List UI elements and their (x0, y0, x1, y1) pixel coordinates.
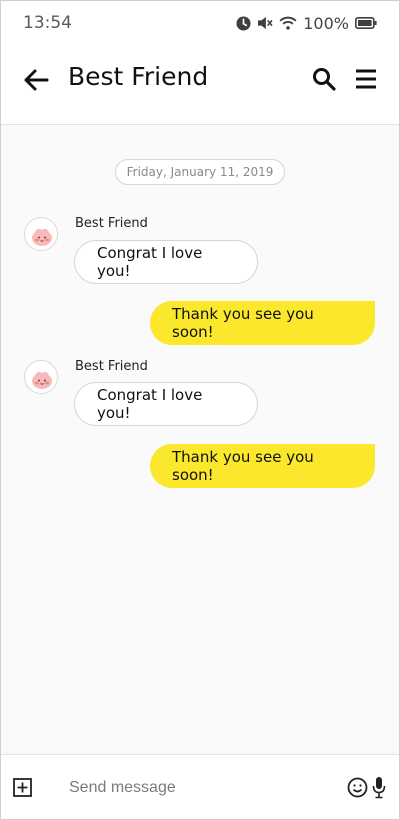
battery-label: 100% (303, 13, 349, 33)
message-input[interactable] (61, 773, 331, 803)
avatar[interactable] (24, 360, 58, 394)
message-bubble-incoming[interactable]: Congrat I love you! (74, 240, 258, 284)
alarm-icon (236, 15, 251, 31)
back-arrow-icon[interactable] (23, 67, 49, 93)
phone-screen: 13:54 100% Best Friend Friday, January 1… (0, 0, 400, 820)
wifi-icon (279, 16, 297, 30)
peach-avatar-icon (32, 228, 52, 246)
message-input-bar (1, 754, 399, 819)
emoji-icon[interactable] (347, 777, 368, 798)
chat-header: Best Friend (1, 45, 399, 125)
message-bubble-outgoing[interactable]: Thank you see you soon! (150, 444, 375, 488)
message-bubble-outgoing[interactable]: Thank you see you soon! (150, 301, 375, 345)
status-time: 13:54 (23, 13, 72, 33)
status-bar: 13:54 100% (1, 1, 399, 45)
sender-name: Best Friend (75, 216, 148, 231)
plus-box-icon[interactable] (13, 778, 32, 797)
status-icons: 100% (236, 14, 377, 33)
search-icon[interactable] (312, 67, 336, 91)
microphone-icon[interactable] (372, 776, 386, 799)
chat-title: Best Friend (68, 62, 209, 91)
mute-icon (257, 16, 273, 30)
sender-name: Best Friend (75, 359, 148, 374)
battery-icon (355, 17, 377, 29)
menu-icon[interactable] (355, 68, 377, 90)
avatar[interactable] (24, 217, 58, 251)
chat-area[interactable]: Friday, January 11, 2019 Best Friend Con… (1, 126, 399, 754)
peach-avatar-icon (32, 371, 52, 389)
message-bubble-incoming[interactable]: Congrat I love you! (74, 382, 258, 426)
date-divider: Friday, January 11, 2019 (115, 159, 285, 185)
